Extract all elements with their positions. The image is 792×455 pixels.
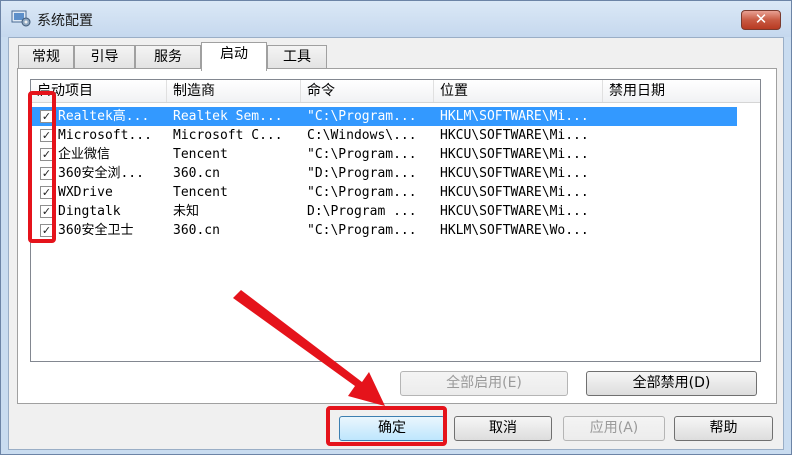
column-location[interactable]: 位置	[434, 80, 603, 102]
item-name: Realtek高...	[58, 109, 150, 124]
item-command: D:\Program ...	[307, 204, 417, 219]
item-command: "C:\Program...	[307, 223, 417, 238]
column-disabled-date[interactable]: 禁用日期	[603, 80, 760, 102]
enable-all-button[interactable]: 全部启用(E)	[400, 371, 568, 396]
item-name: Dingtalk	[58, 204, 121, 219]
item-disabled-date	[609, 202, 734, 221]
item-manufacturer: 未知	[173, 204, 200, 219]
item-command: "C:\Program...	[307, 109, 417, 124]
table-row[interactable]: ✓ Microsoft... Microsoft C... C:\Windows…	[31, 126, 737, 145]
startup-checkbox[interactable]: ✓	[40, 129, 53, 142]
item-command: "D:\Program...	[307, 166, 417, 181]
help-button[interactable]: 帮助	[674, 416, 773, 441]
ok-button[interactable]: 确定	[339, 416, 445, 441]
item-command: C:\Windows\...	[307, 128, 417, 143]
item-location: HKCU\SOFTWARE\Mi...	[440, 147, 589, 162]
system-config-window: 系统配置 ✕ 常规 引导 服务 启动 工具 启动项目 制造商 命令 位置 禁用日…	[0, 0, 792, 455]
apply-button[interactable]: 应用(A)	[563, 416, 665, 441]
disable-all-button[interactable]: 全部禁用(D)	[586, 371, 757, 396]
item-disabled-date	[609, 107, 734, 126]
table-row[interactable]: ✓ WXDrive Tencent "C:\Program... HKCU\SO…	[31, 183, 737, 202]
close-button[interactable]: ✕	[741, 10, 781, 30]
item-command: "C:\Program...	[307, 147, 417, 162]
column-startup-item[interactable]: 启动项目	[31, 80, 167, 102]
tab-tools[interactable]: 工具	[267, 45, 327, 69]
item-manufacturer: Realtek Sem...	[173, 109, 283, 124]
table-row[interactable]: ✓ 360安全浏... 360.cn "D:\Program... HKCU\S…	[31, 164, 737, 183]
tab-general[interactable]: 常规	[18, 45, 74, 69]
tab-startup[interactable]: 启动	[201, 42, 267, 71]
tab-boot[interactable]: 引导	[74, 45, 135, 69]
item-disabled-date	[609, 221, 734, 240]
item-location: HKCU\SOFTWARE\Mi...	[440, 204, 589, 219]
item-disabled-date	[609, 145, 734, 164]
item-manufacturer: 360.cn	[173, 223, 220, 238]
item-name: 企业微信	[58, 147, 111, 162]
tab-services[interactable]: 服务	[135, 45, 201, 69]
table-row[interactable]: ✓ Dingtalk 未知 D:\Program ... HKCU\SOFTWA…	[31, 202, 737, 221]
item-location: HKCU\SOFTWARE\Mi...	[440, 128, 589, 143]
column-command[interactable]: 命令	[301, 80, 434, 102]
item-manufacturer: 360.cn	[173, 166, 220, 181]
startup-checkbox[interactable]: ✓	[40, 224, 53, 237]
column-manufacturer[interactable]: 制造商	[167, 80, 301, 102]
item-location: HKLM\SOFTWARE\Mi...	[440, 109, 589, 124]
item-name: WXDrive	[58, 185, 113, 200]
item-disabled-date	[609, 164, 734, 183]
item-name: 360安全浏...	[58, 166, 144, 181]
startup-items-list[interactable]: 启动项目 制造商 命令 位置 禁用日期 ✓ Realtek高... Realte…	[30, 79, 761, 362]
close-icon: ✕	[754, 10, 768, 28]
item-location: HKCU\SOFTWARE\Mi...	[440, 185, 589, 200]
startup-checkbox[interactable]: ✓	[40, 167, 53, 180]
list-header: 启动项目 制造商 命令 位置 禁用日期	[31, 80, 760, 103]
item-location: HKCU\SOFTWARE\Mi...	[440, 166, 589, 181]
table-row[interactable]: ✓ Realtek高... Realtek Sem... "C:\Program…	[31, 107, 737, 126]
startup-checkbox[interactable]: ✓	[40, 148, 53, 161]
item-name: 360安全卫士	[58, 223, 134, 238]
item-disabled-date	[609, 126, 734, 145]
item-manufacturer: Microsoft C...	[173, 128, 283, 143]
item-name: Microsoft...	[58, 128, 152, 143]
item-location: HKLM\SOFTWARE\Wo...	[440, 223, 589, 238]
table-row[interactable]: ✓ 企业微信 Tencent "C:\Program... HKCU\SOFTW…	[31, 145, 737, 164]
item-manufacturer: Tencent	[173, 185, 228, 200]
startup-checkbox[interactable]: ✓	[40, 205, 53, 218]
startup-checkbox[interactable]: ✓	[40, 110, 53, 123]
window-title: 系统配置	[37, 13, 93, 29]
item-manufacturer: Tencent	[173, 147, 228, 162]
startup-checkbox[interactable]: ✓	[40, 186, 53, 199]
item-disabled-date	[609, 183, 734, 202]
title-bar: 系统配置 ✕	[1, 1, 791, 37]
cancel-button[interactable]: 取消	[454, 416, 552, 441]
item-command: "C:\Program...	[307, 185, 417, 200]
table-row[interactable]: ✓ 360安全卫士 360.cn "C:\Program... HKLM\SOF…	[31, 221, 737, 240]
system-config-app-icon	[11, 10, 31, 27]
